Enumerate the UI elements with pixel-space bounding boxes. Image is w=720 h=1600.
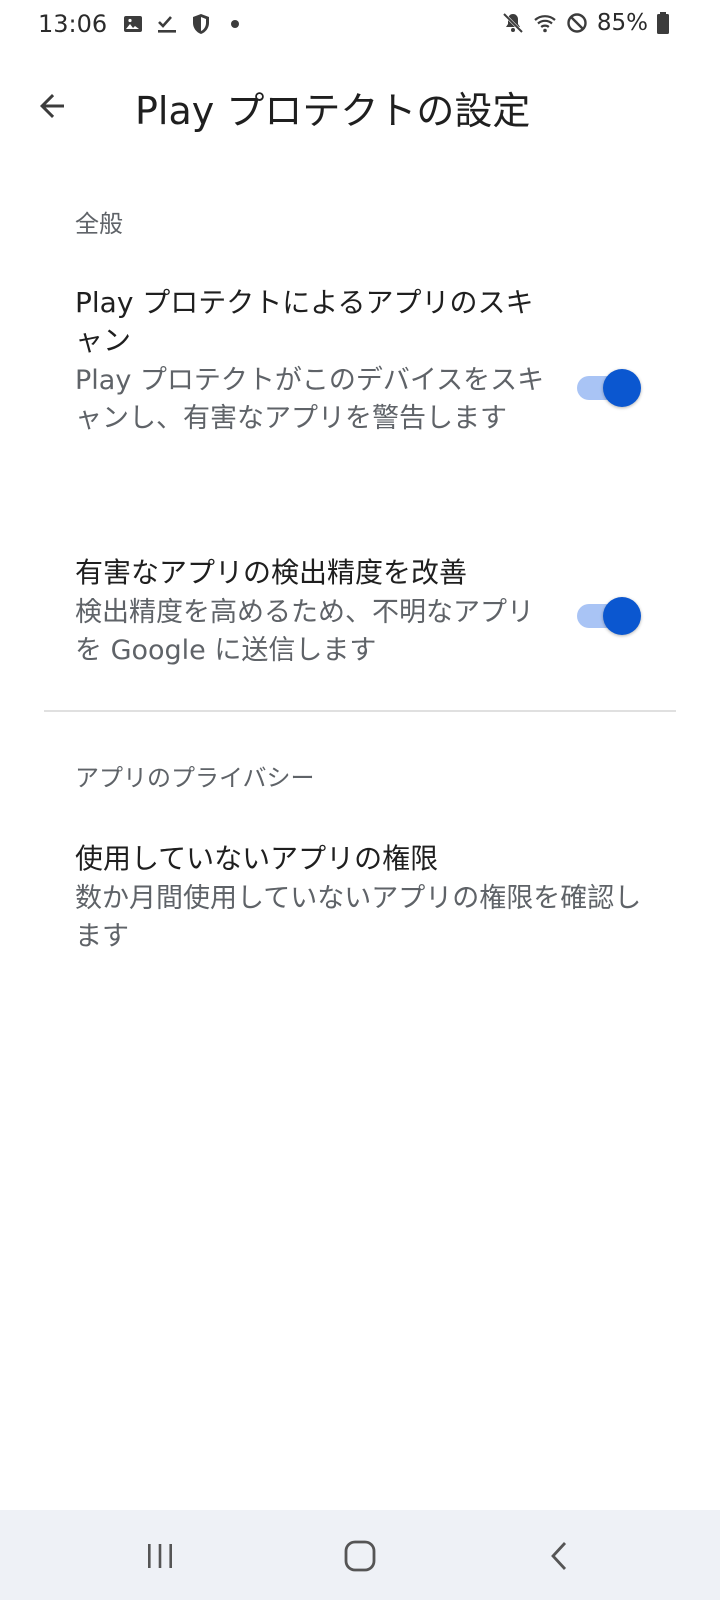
shield-icon: [189, 12, 213, 36]
recent-apps-button[interactable]: [120, 1530, 200, 1582]
pref-unused-app-permissions-summary: 数か月間使用していないアプリの権限を確認します: [75, 883, 642, 952]
arrow-back-icon: [34, 88, 70, 124]
back-button[interactable]: [24, 78, 80, 134]
status-right: 85%: [501, 10, 670, 36]
pref-improve-detection-title: 有害なアプリの検出精度を改善: [75, 556, 468, 589]
status-time: 13:06: [38, 10, 108, 38]
switch-thumb: [603, 597, 641, 635]
pref-scan-apps[interactable]: Play プロテクトによるアプリのスキャン Play プロテクトがこのデバイスを…: [0, 284, 720, 484]
status-left: 13:06: [38, 10, 247, 38]
mute-icon: [501, 11, 525, 35]
navigation-bar: [0, 1510, 720, 1600]
home-button[interactable]: [320, 1530, 400, 1582]
pref-improve-detection[interactable]: 有害なアプリの検出精度を改善 検出精度を高めるため、不明なアプリを Google…: [0, 554, 720, 684]
recent-apps-icon: [144, 1540, 176, 1572]
pref-unused-app-permissions-text: 使用していないアプリの権限 数か月間使用していないアプリの権限を確認します: [75, 840, 655, 956]
section-divider: [44, 710, 676, 712]
page-title: Play プロテクトの設定: [135, 89, 531, 133]
home-icon: [343, 1539, 377, 1573]
status-bar: 13:06 85%: [0, 0, 720, 54]
pref-unused-app-permissions[interactable]: 使用していないアプリの権限 数か月間使用していないアプリの権限を確認します: [0, 840, 720, 970]
battery-percent: 85%: [596, 10, 648, 36]
section-header-general: 全般: [75, 210, 123, 238]
checklist-icon: [155, 12, 179, 36]
pref-scan-apps-text: Play プロテクトによるアプリのスキャン Play プロテクトがこのデバイスを…: [75, 284, 545, 438]
app-bar: Play プロテクトの設定: [0, 70, 720, 140]
pref-unused-app-permissions-title: 使用していないアプリの権限: [75, 842, 439, 875]
dot-icon: [223, 12, 247, 36]
pref-improve-detection-summary: 検出精度を高めるため、不明なアプリを Google に送信します: [75, 597, 534, 666]
pref-scan-apps-summary: Play プロテクトがこのデバイスをスキャンし、有害なアプリを警告します: [75, 365, 545, 434]
battery-icon: [656, 11, 670, 35]
back-icon: [544, 1540, 576, 1572]
pref-improve-detection-text: 有害なアプリの検出精度を改善 検出精度を高めるため、不明なアプリを Google…: [75, 554, 545, 670]
scan-apps-switch[interactable]: [577, 368, 641, 408]
pref-scan-apps-title: Play プロテクトによるアプリのスキャン: [75, 286, 534, 357]
wifi-icon: [533, 11, 557, 35]
blocked-icon: [565, 11, 589, 35]
switch-thumb: [603, 369, 641, 407]
section-header-app-privacy: アプリのプライバシー: [75, 764, 315, 792]
image-icon: [121, 12, 145, 36]
nav-back-button[interactable]: [520, 1530, 600, 1582]
improve-detection-switch[interactable]: [577, 596, 641, 636]
